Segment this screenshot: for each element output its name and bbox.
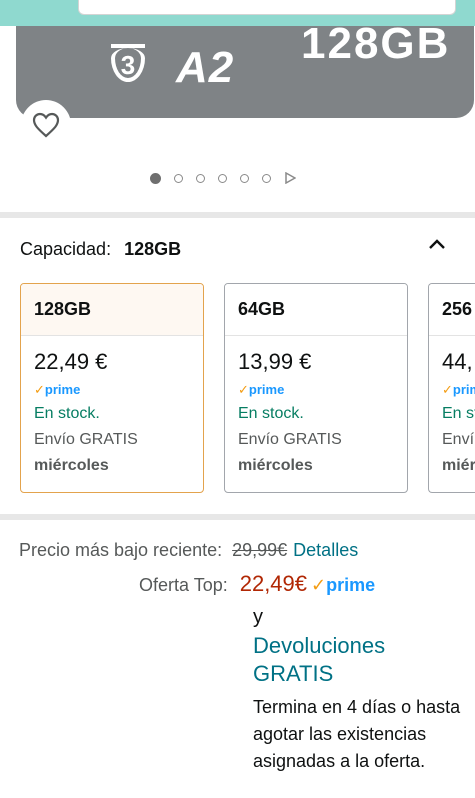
sd-app-class-mark: A2 [176,43,235,92]
capacity-label: Capacidad: [20,239,112,259]
prime-check-icon: ✓ [238,382,249,397]
option-delivery-day: miércoles [34,457,109,474]
prime-badge: ✓prime [311,575,375,596]
option-size: 128GB [21,284,203,336]
wishlist-button[interactable] [21,100,71,150]
option-prime-label: prim [452,382,475,397]
capacity-selected-value: 128GB [124,239,182,259]
offer-end-text: Termina en 4 días o hasta agotar las exi… [253,697,461,771]
option-prime-badge: ✓prim [429,382,475,398]
recent-low-label: Precio más bajo reciente: [19,540,223,560]
capacity-header: Capacidad: 128GB [20,239,181,260]
top-offer-price: 22,49€ [239,571,308,596]
carousel-dot-active[interactable] [150,172,161,184]
option-prime-badge: ✓prime [21,382,203,398]
capacity-option-card[interactable]: 64GB 13,99 € ✓prime En stock. Envío GRAT… [224,283,408,493]
top-offer-label: Oferta Top: [139,575,228,595]
carousel-dot[interactable] [196,173,205,183]
offer-details: y Devoluciones GRATIS Termina en 4 días … [253,604,463,775]
free-returns-link[interactable]: Devoluciones GRATIS [253,632,463,688]
conjunction-text: y [253,606,263,628]
play-icon[interactable] [284,172,296,184]
option-prime-label: prime [44,382,81,397]
option-shipping: Enví [442,431,475,448]
section-divider [0,212,475,218]
carousel-dot[interactable] [174,173,183,183]
product-image-gallery[interactable]: 3 A2 128GB [0,0,475,212]
option-price: 22,49 € [34,349,108,374]
option-size: 256 [429,284,475,336]
top-offer-row: Oferta Top: 22,49€ ✓prime [139,571,375,597]
chevron-up-icon[interactable] [428,238,446,250]
option-price: 44, [442,349,473,374]
option-stock: En st [442,405,475,422]
prime-check-icon: ✓ [34,382,45,397]
option-shipping: Envío GRATIS [238,431,342,448]
carousel-dot[interactable] [240,173,249,183]
option-prime-badge: ✓prime [225,382,407,398]
capacity-option-card[interactable]: 256 44, ✓prim En st Enví miér [428,283,475,493]
option-delivery-day: miér [442,457,475,474]
details-link[interactable]: Detalles [293,540,358,560]
prime-check-icon: ✓ [311,575,327,595]
carousel-dot[interactable] [218,173,227,183]
option-price: 13,99 € [238,349,312,374]
carousel-indicator[interactable] [150,172,296,184]
section-divider [0,514,475,520]
option-stock: En stock. [34,405,100,422]
capacity-options: 128GB 22,49 € ✓prime En stock. Envío GRA… [20,283,475,493]
heart-icon [32,112,60,138]
product-image[interactable]: 3 A2 128GB [16,19,474,118]
prime-label: prime [326,575,376,595]
sd-speed-class-mark: 3 [111,44,145,82]
recent-low-price: 29,99€ [232,540,288,560]
prime-check-icon: ✓ [442,382,453,397]
carousel-dot[interactable] [262,173,271,183]
option-stock: En stock. [238,405,304,422]
recent-low-price-row: Precio más bajo reciente: 29,99€ Detalles [19,540,358,561]
sd-capacity-mark: 128GB [301,19,451,68]
option-shipping: Envío GRATIS [34,431,138,448]
option-size: 64GB [225,284,407,336]
capacity-option-card[interactable]: 128GB 22,49 € ✓prime En stock. Envío GRA… [20,283,204,493]
option-prime-label: prime [248,382,285,397]
option-delivery-day: miércoles [238,457,313,474]
search-bar[interactable] [78,0,456,15]
